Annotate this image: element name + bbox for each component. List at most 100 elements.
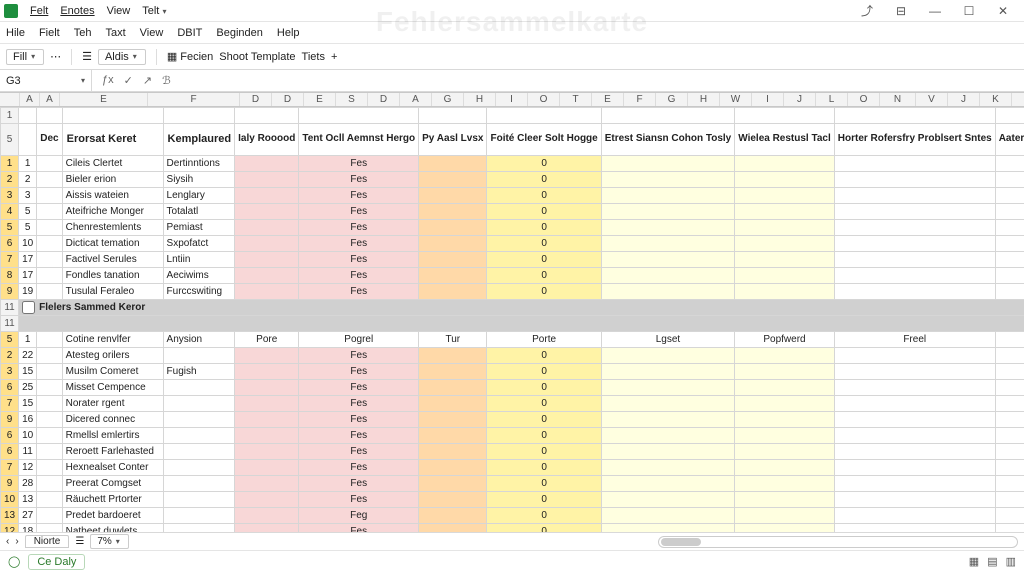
column-header[interactable]: D [240,93,272,106]
column-header[interactable]: O [848,93,880,106]
cell[interactable] [37,204,62,220]
cell[interactable] [834,188,995,204]
column-header[interactable]: A [400,93,432,106]
cell[interactable]: Fes [299,396,419,412]
cell[interactable] [601,172,735,188]
group-checkbox[interactable] [22,301,35,314]
cell[interactable] [419,108,487,124]
cell[interactable]: Chenrestemlents [62,220,163,236]
cell[interactable] [37,172,62,188]
cell[interactable]: 0 [487,268,601,284]
cell[interactable]: Aissis wateien [62,188,163,204]
cell[interactable] [995,348,1024,364]
header-cell[interactable]: Foité Cleer Solt Hogge [487,124,601,156]
cell[interactable] [235,396,299,412]
cell[interactable] [601,364,735,380]
cell[interactable] [834,380,995,396]
cell[interactable] [235,348,299,364]
cell[interactable] [419,412,487,428]
cell[interactable] [601,444,735,460]
cell[interactable] [37,460,62,476]
cell[interactable]: 0 [487,220,601,236]
column-header[interactable]: D [368,93,400,106]
fecien-button[interactable]: ▦ Fecien [167,50,213,63]
cell[interactable]: 18 [19,524,37,533]
cell[interactable] [601,396,735,412]
cell[interactable]: 3 [19,188,37,204]
cell[interactable]: 13 [19,492,37,508]
menu-telt[interactable]: Telt ▾ [142,5,166,17]
cell[interactable] [419,268,487,284]
cell[interactable]: 3 [1,188,19,204]
cell[interactable]: Tusulal Feraleo [62,284,163,300]
cell[interactable]: Hexnealset Conter [62,460,163,476]
cell[interactable]: 13 [1,508,19,524]
cell[interactable] [995,380,1024,396]
cell[interactable] [834,508,995,524]
cell[interactable] [235,156,299,172]
sheet-tab-options-icon[interactable]: ☰ [75,536,84,547]
tab-view[interactable]: View [140,27,164,39]
cell[interactable] [37,284,62,300]
cell[interactable] [37,508,62,524]
cell[interactable] [419,156,487,172]
cell[interactable]: Bieler erion [62,172,163,188]
cell[interactable]: Freel [834,332,995,348]
cell[interactable]: 19 [19,284,37,300]
column-header[interactable]: J [784,93,816,106]
cell[interactable] [235,220,299,236]
cell[interactable]: Norater rgent [62,396,163,412]
cell[interactable]: Lntiin [163,252,235,268]
cell[interactable]: 10 [19,236,37,252]
cell[interactable] [995,252,1024,268]
cell[interactable]: 1 [19,156,37,172]
cell[interactable] [834,348,995,364]
cell[interactable] [419,524,487,533]
cell[interactable] [601,108,735,124]
header-cell[interactable]: Ialy Rooood [235,124,299,156]
column-header[interactable]: I [496,93,528,106]
cell[interactable]: 10 [19,428,37,444]
cell[interactable] [834,236,995,252]
header-cell[interactable]: Tent Ocll Aemnst Hergo [299,124,419,156]
cell[interactable]: Cileis Clertet [62,156,163,172]
cell[interactable]: 0 [487,348,601,364]
cell[interactable]: Lgset [601,332,735,348]
cell[interactable] [235,460,299,476]
cell[interactable]: Totalatl [163,204,235,220]
cell[interactable] [37,524,62,533]
cell[interactable]: 4 [1,204,19,220]
tab-hile[interactable]: Hile [6,27,25,39]
cell[interactable] [419,172,487,188]
cell[interactable] [601,348,735,364]
cell[interactable]: 0 [487,252,601,268]
cell[interactable] [601,268,735,284]
column-header[interactable]: K [980,93,1012,106]
tab-scroll-next[interactable]: › [15,536,18,547]
cell[interactable] [735,252,835,268]
column-header[interactable]: W [720,93,752,106]
cell[interactable]: Räuchett Prtorter [62,492,163,508]
cell[interactable] [995,460,1024,476]
column-header[interactable]: L [816,93,848,106]
cell[interactable] [235,236,299,252]
cell[interactable] [37,348,62,364]
sheet-tab-1[interactable]: Niorte [25,535,70,548]
cell[interactable] [601,220,735,236]
cell[interactable] [601,412,735,428]
cell[interactable]: 7 [1,252,19,268]
cell[interactable]: Furccswiting [163,284,235,300]
cell[interactable] [601,188,735,204]
cell[interactable] [37,332,62,348]
cell[interactable] [235,204,299,220]
cell[interactable] [601,460,735,476]
cell[interactable] [235,364,299,380]
cell[interactable]: 12 [19,460,37,476]
cell[interactable] [235,508,299,524]
cell[interactable] [995,364,1024,380]
column-header[interactable]: G [656,93,688,106]
column-header[interactable]: F [148,93,240,106]
cell[interactable] [735,460,835,476]
cell[interactable] [601,380,735,396]
cell[interactable]: 9 [1,284,19,300]
